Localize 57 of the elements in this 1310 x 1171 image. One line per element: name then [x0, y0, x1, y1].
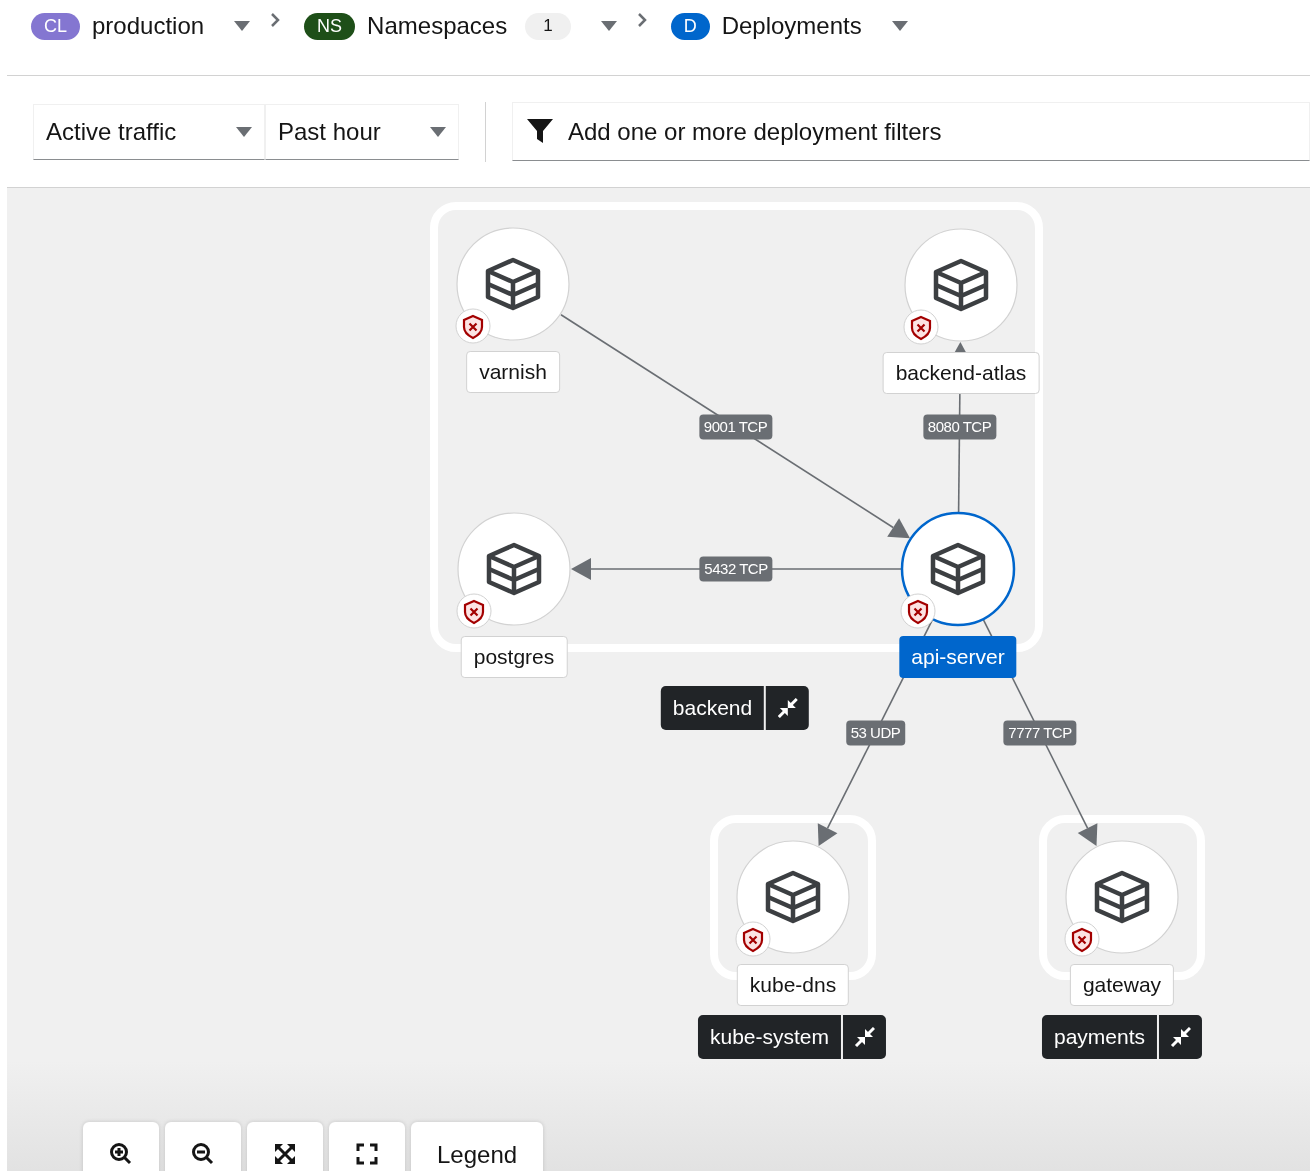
expand-arrows-icon	[273, 1142, 297, 1166]
collapse-icon	[1170, 1027, 1191, 1047]
security-shield-icon	[1064, 921, 1100, 957]
cube-icon	[930, 542, 986, 596]
security-shield-icon	[903, 309, 939, 345]
time-select[interactable]: Past hour	[265, 103, 459, 160]
resource-badge: D	[670, 12, 710, 40]
edge-label: 9001 TCP	[698, 414, 773, 439]
cube-icon	[1094, 870, 1150, 924]
caret-icon	[430, 126, 446, 137]
security-shield-icon	[900, 593, 936, 629]
filter-field[interactable]: Add one or more deployment filters	[512, 102, 1310, 161]
collapse-icon	[854, 1027, 875, 1047]
breadcrumb-label: Namespaces	[367, 11, 508, 41]
edge-label: 53 UDP	[845, 720, 906, 746]
security-shield-icon	[456, 593, 492, 629]
group-label: kube-system	[709, 1024, 830, 1051]
node-label[interactable]: api-server	[899, 636, 1017, 678]
count-badge: 1	[525, 12, 571, 40]
node-label[interactable]: backend-atlas	[882, 352, 1040, 394]
dropdown-caret-icon[interactable]	[891, 21, 908, 31]
node-label[interactable]: varnish	[466, 351, 560, 393]
edge-label: 7777 TCP	[1003, 720, 1077, 746]
cube-icon	[765, 870, 821, 924]
caret-icon	[236, 126, 252, 137]
node-label[interactable]: postgres	[460, 636, 568, 678]
zoom-out-icon	[191, 1142, 215, 1166]
resource-badge: CL	[31, 12, 80, 40]
zoom-out-button[interactable]	[165, 1122, 241, 1171]
traffic-select[interactable]: Active traffic	[33, 103, 265, 160]
resource-badge: NS	[304, 12, 356, 40]
reset-button[interactable]	[329, 1122, 405, 1171]
cube-icon	[486, 542, 542, 596]
fit-button[interactable]	[247, 1122, 323, 1171]
edge-label: 5432 TCP	[699, 556, 773, 582]
dropdown-caret-icon[interactable]	[600, 21, 617, 31]
node-label[interactable]: kube-dns	[736, 964, 850, 1006]
breadcrumb-label: Deployments	[721, 11, 862, 41]
group-label: backend	[671, 695, 754, 722]
collapse-icon	[777, 698, 798, 718]
breadcrumb-label: production	[92, 11, 205, 41]
group-label: payments	[1053, 1024, 1146, 1051]
chevron-icon	[270, 12, 281, 28]
dropdown-caret-icon[interactable]	[234, 21, 251, 31]
zoom-in-icon	[109, 1142, 133, 1166]
frame-corners-icon	[355, 1142, 379, 1166]
edge-label: 8080 TCP	[922, 414, 997, 440]
node-label[interactable]: gateway	[1069, 964, 1175, 1006]
cube-icon	[933, 258, 989, 312]
filter-icon	[527, 119, 553, 143]
security-shield-icon	[735, 921, 771, 957]
cube-icon	[485, 257, 541, 311]
zoom-in-button[interactable]	[83, 1122, 159, 1171]
node-circle[interactable]	[900, 511, 1016, 627]
legend-button[interactable]: Legend	[411, 1122, 544, 1171]
security-shield-icon	[455, 308, 491, 344]
chevron-icon	[636, 12, 647, 28]
